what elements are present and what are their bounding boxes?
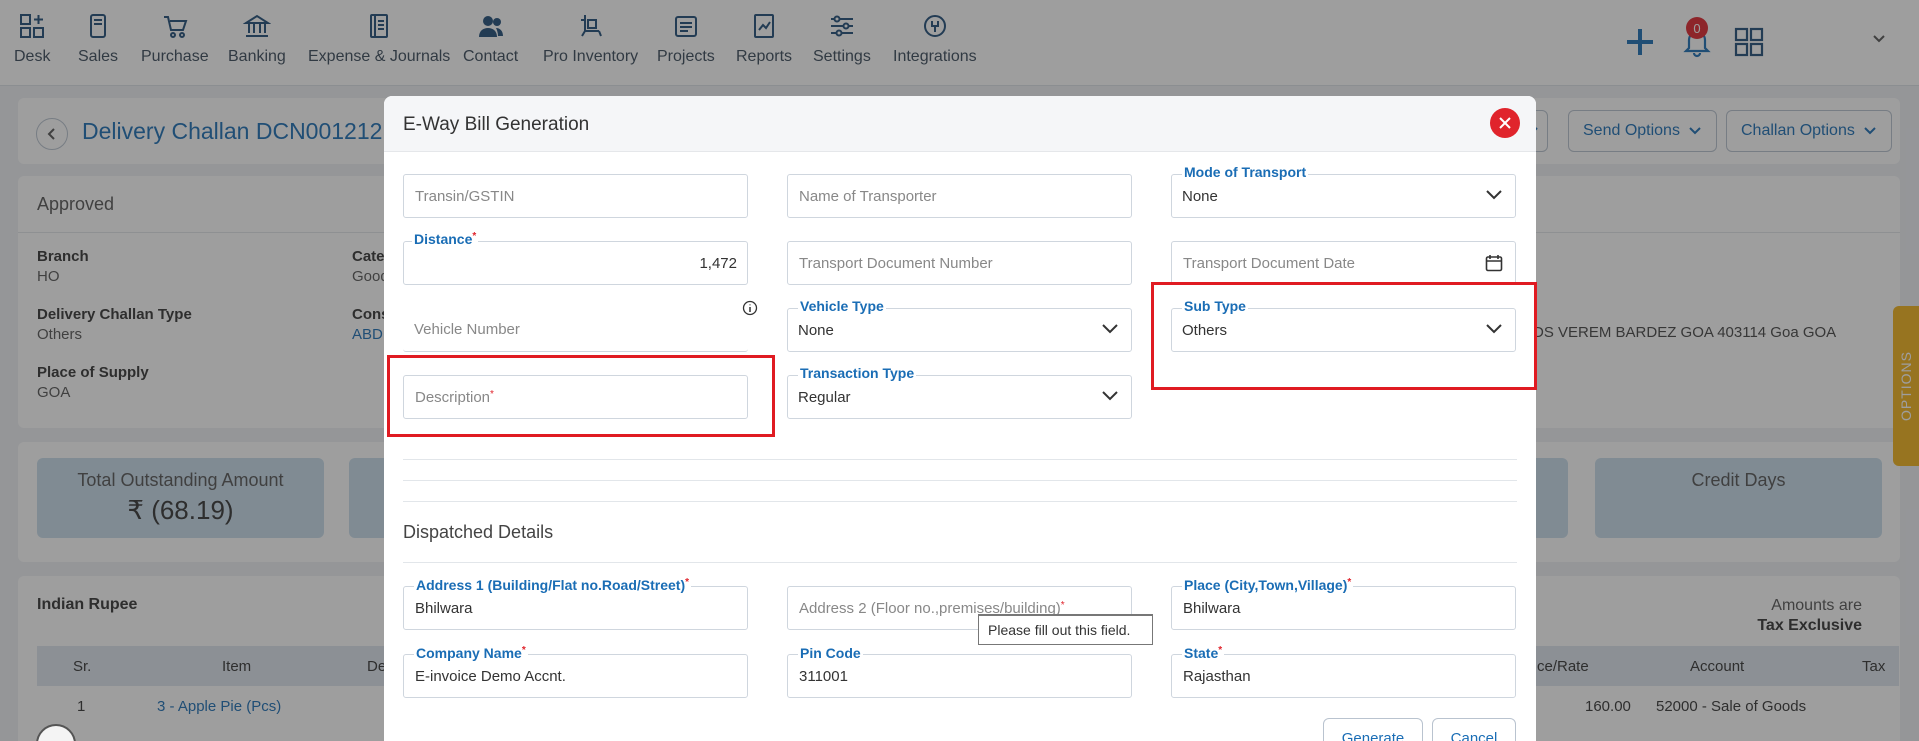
pin-code-label: Pin Code — [798, 645, 863, 661]
cancel-button[interactable]: Cancel — [1432, 718, 1516, 741]
transaction-type-label: Transaction Type — [798, 365, 917, 381]
divider — [403, 562, 1517, 563]
highlight-box — [1151, 282, 1537, 390]
state-label: State* — [1182, 645, 1225, 661]
transporter-name-input[interactable]: Name of Transporter — [787, 174, 1132, 218]
transin-gstin-input[interactable]: Transin/GSTIN — [403, 174, 748, 218]
chevron-down-icon — [1102, 391, 1118, 401]
transaction-type-select[interactable]: Regular — [787, 375, 1132, 419]
mode-of-transport-label: Mode of Transport — [1182, 164, 1309, 180]
highlight-box — [387, 355, 775, 437]
distance-input[interactable]: 1,472 — [403, 241, 748, 285]
divider — [403, 480, 1517, 481]
eway-bill-modal: E-Way Bill Generation Transin/GSTIN Name… — [384, 96, 1537, 741]
vehicle-type-label: Vehicle Type — [798, 298, 886, 314]
mode-of-transport-select[interactable]: None — [1171, 174, 1516, 218]
validation-tooltip: Please fill out this field. — [978, 615, 1153, 645]
address1-label: Address 1 (Building/Flat no.Road/Street)… — [414, 577, 692, 593]
chevron-down-icon — [1486, 190, 1502, 200]
place-label: Place (City,Town,Village)* — [1182, 577, 1354, 593]
distance-label: Distance* — [412, 231, 479, 247]
company-name-label: Company Name* — [414, 645, 528, 661]
info-icon[interactable] — [742, 300, 758, 316]
transport-document-date-input[interactable]: Transport Document Date — [1171, 241, 1516, 285]
vehicle-number-input[interactable]: Vehicle Number — [403, 308, 748, 352]
close-icon — [1499, 117, 1511, 129]
generate-button[interactable]: Generate — [1323, 718, 1423, 741]
dispatched-details-title: Dispatched Details — [403, 522, 554, 542]
divider — [403, 501, 1517, 502]
modal-header: E-Way Bill Generation — [384, 96, 1536, 152]
transport-document-number-input[interactable]: Transport Document Number — [787, 241, 1132, 285]
divider — [403, 459, 1517, 460]
vehicle-type-select[interactable]: None — [787, 308, 1132, 352]
close-button[interactable] — [1490, 108, 1520, 138]
modal-title: E-Way Bill Generation — [403, 114, 590, 135]
chevron-down-icon — [1102, 324, 1118, 334]
calendar-icon[interactable] — [1485, 254, 1503, 272]
